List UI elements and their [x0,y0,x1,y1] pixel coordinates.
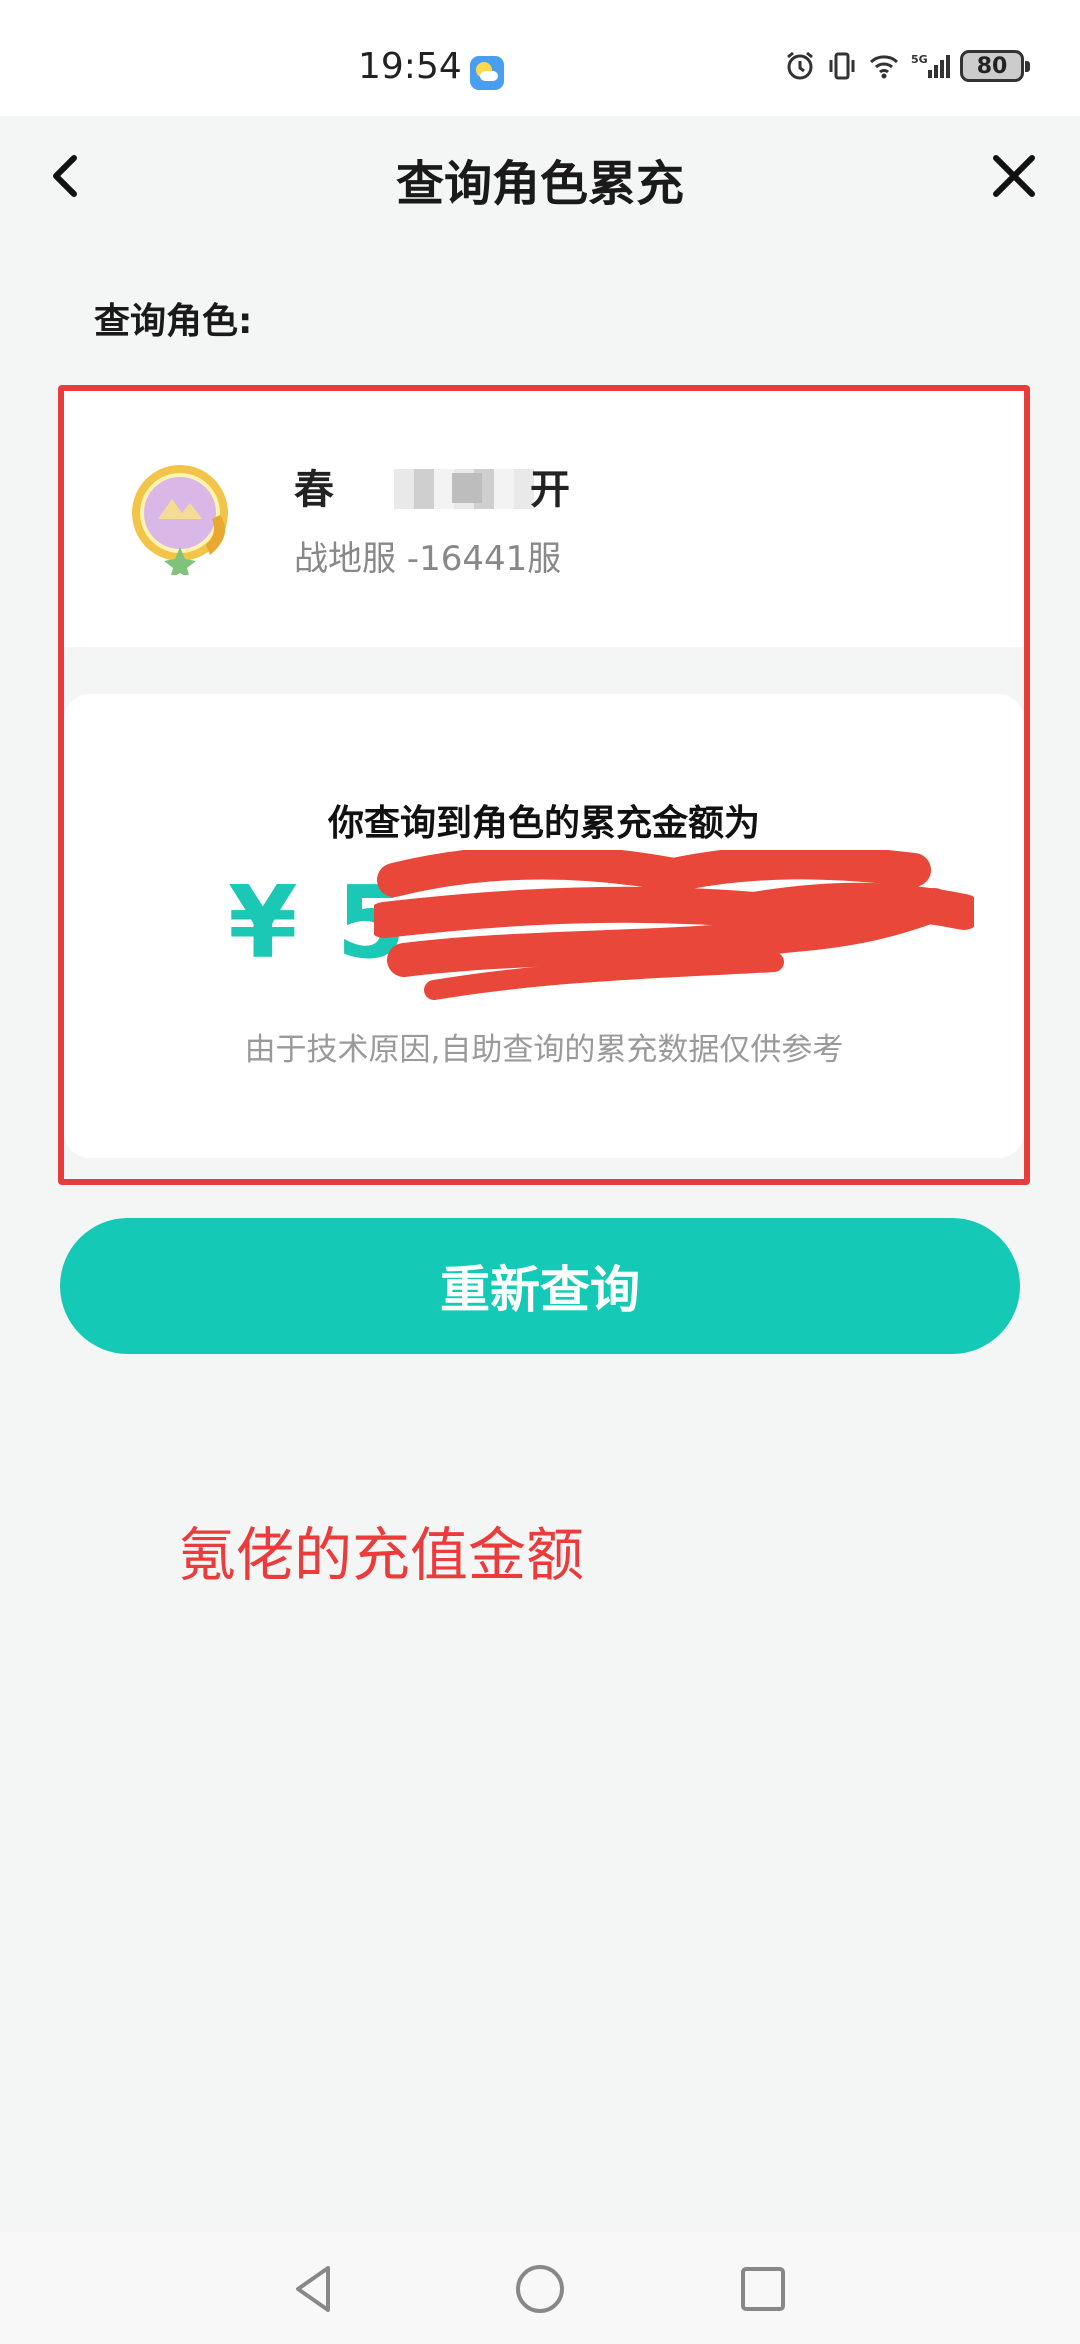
status-time: 19:54 [358,46,462,87]
system-nav-bar [0,2232,1080,2344]
signal-5g-icon: 5G [911,53,950,78]
vibrate-icon [829,52,855,80]
nav-header: 查询角色累充 [0,116,1080,236]
close-icon[interactable] [984,146,1044,206]
section-label: 查询角色: [94,301,253,342]
nav-recents-icon[interactable] [728,2254,798,2324]
status-icons: 5G 80 [784,50,1030,82]
nav-home-icon[interactable] [505,2254,575,2324]
battery-icon: 80 [960,50,1030,82]
annotation-text: 氪佬的充值金额 [178,1521,585,1589]
wifi-icon [869,55,899,79]
battery-level: 80 [976,53,1008,79]
alarm-icon [787,51,813,80]
svg-text:5G: 5G [911,53,928,66]
annotation-highlight-frame [58,385,1030,1185]
status-bar: 19:54 5G 80 [0,0,1080,116]
requery-button[interactable]: 重新查询 [60,1218,1020,1354]
weather-icon [470,56,504,90]
nav-back-icon[interactable] [280,2254,350,2324]
page-title: 查询角色累充 [395,156,684,212]
